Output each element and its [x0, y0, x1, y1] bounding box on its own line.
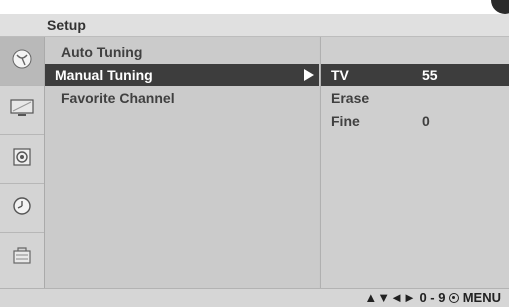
submenu-item-label: TV [331, 67, 349, 83]
navigation-hint-bar: ▲▼◄► 0 - 9 MENU [0, 288, 509, 307]
menu-item-label: Manual Tuning [55, 67, 153, 83]
title-bar: Setup [0, 14, 509, 37]
clock-icon [11, 195, 33, 222]
ok-button-icon [449, 293, 460, 303]
tv-screen-icon [9, 98, 35, 123]
navigation-hint: ▲▼◄► 0 - 9 MENU [364, 290, 501, 305]
menu-key-label: MENU [462, 290, 501, 305]
setup-menu-window: Setup Auto Tuning Manual Tuning Favorite… [0, 14, 509, 307]
fine-tune-value: 0 [422, 113, 430, 129]
category-sidebar [0, 37, 45, 288]
lock-icon [11, 244, 33, 271]
sidebar-item-time[interactable] [0, 184, 44, 233]
menu-item-auto-tuning[interactable]: Auto Tuning [45, 41, 319, 63]
sidebar-item-lock[interactable] [0, 233, 44, 281]
submenu-item-erase[interactable]: Erase [321, 87, 509, 109]
sidebar-item-sound[interactable] [0, 135, 44, 184]
sidebar-item-setup[interactable] [0, 37, 44, 86]
menu-item-label: Auto Tuning [61, 44, 143, 60]
submenu-item-label: Erase [331, 90, 370, 106]
satellite-dish-icon [11, 48, 33, 75]
submenu-panel: TV 55 Erase Fine 0 [320, 37, 509, 288]
corner-badge [491, 0, 509, 14]
arrow-right-icon [304, 69, 314, 81]
arrow-keys-icon: ▲▼◄► [364, 290, 416, 305]
menu-item-manual-tuning[interactable]: Manual Tuning [45, 64, 319, 86]
number-range-hint: 0 - 9 [419, 290, 446, 305]
submenu-item-fine[interactable]: Fine 0 [321, 110, 509, 132]
submenu-item-label: Fine [331, 113, 360, 129]
speaker-icon [11, 146, 33, 173]
submenu-item-tv[interactable]: TV 55 [321, 64, 509, 86]
channel-number-value: 55 [422, 67, 438, 83]
sidebar-item-picture[interactable] [0, 86, 44, 135]
main-menu-panel: Auto Tuning Manual Tuning Favorite Chann… [45, 37, 319, 288]
menu-title: Setup [47, 17, 86, 33]
menu-item-label: Favorite Channel [61, 90, 175, 106]
menu-item-favorite-channel[interactable]: Favorite Channel [45, 87, 319, 109]
